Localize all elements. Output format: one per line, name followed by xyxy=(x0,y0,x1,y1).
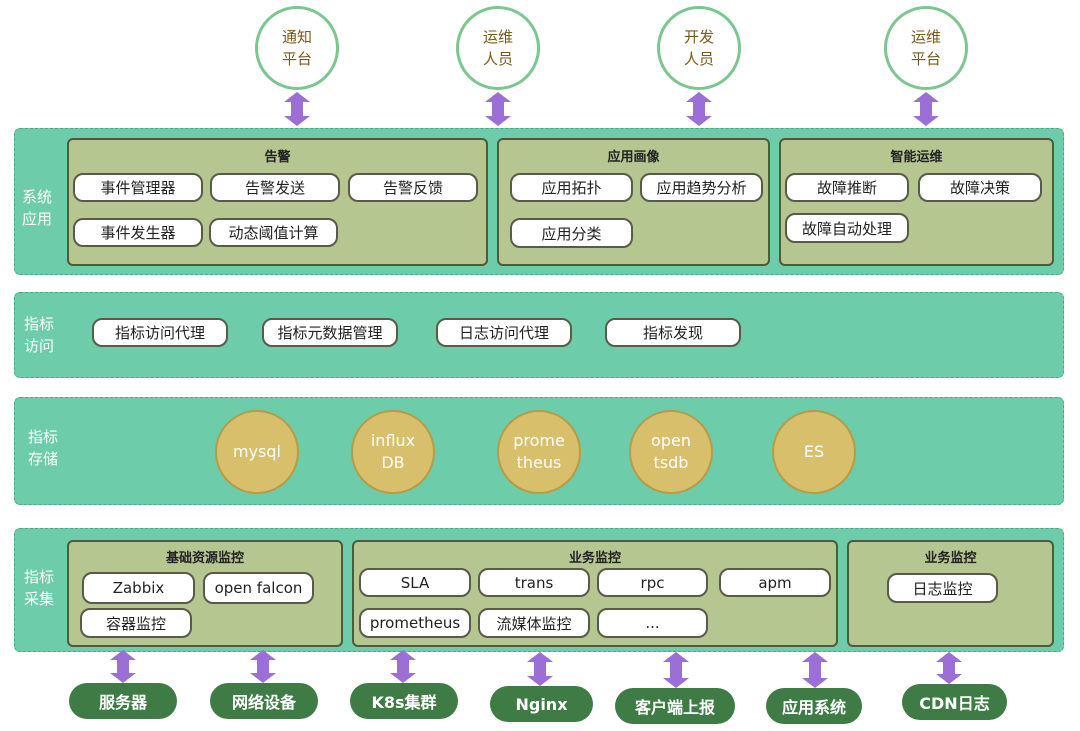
layer-label: 指标 采集 xyxy=(24,568,55,608)
item: open falcon xyxy=(203,572,314,604)
double-arrow-icon xyxy=(663,652,689,692)
group-title: 业务监控 xyxy=(568,551,621,566)
double-arrow-icon xyxy=(686,92,712,130)
storage-es: ES xyxy=(772,410,856,494)
source-cdn-log: CDN日志 xyxy=(902,684,1007,720)
item: 告警发送 xyxy=(210,173,340,202)
item: 故障自动处理 xyxy=(785,213,909,243)
item: Zabbix xyxy=(82,572,195,604)
item: 指标元数据管理 xyxy=(262,318,398,347)
layer-label: 系统 应用 xyxy=(22,188,53,228)
source-client: 客户端上报 xyxy=(615,688,735,724)
group-title: 应用画像 xyxy=(607,150,660,165)
double-arrow-icon xyxy=(250,650,276,687)
top-node-ops-staff: 运维 人员 xyxy=(456,6,540,90)
item: 动态阈值计算 xyxy=(209,218,338,247)
double-arrow-icon xyxy=(913,92,939,130)
group-title: 基础资源监控 xyxy=(165,551,244,566)
item: 告警反馈 xyxy=(348,173,478,202)
item: 容器监控 xyxy=(80,608,192,638)
item: 故障推断 xyxy=(785,173,909,202)
item: 事件发生器 xyxy=(73,218,203,247)
source-nginx: Nginx xyxy=(490,686,593,722)
item: 事件管理器 xyxy=(73,173,203,202)
double-arrow-icon xyxy=(936,652,962,688)
group-title: 业务监控 xyxy=(924,551,977,566)
item: 故障决策 xyxy=(918,173,1042,202)
item: 应用拓扑 xyxy=(510,173,633,202)
layer-label: 指标 存储 xyxy=(28,428,59,468)
top-node-dev-staff: 开发 人员 xyxy=(657,6,741,90)
source-k8s: K8s集群 xyxy=(350,683,458,719)
double-arrow-icon xyxy=(390,650,416,687)
item: 指标访问代理 xyxy=(92,318,228,347)
item: prometheus xyxy=(359,608,471,638)
item: SLA xyxy=(359,568,471,597)
item: 日志监控 xyxy=(887,573,998,603)
source-server: 服务器 xyxy=(69,683,177,719)
storage-influxdb: influx DB xyxy=(351,410,435,494)
item: rpc xyxy=(597,568,708,597)
item: apm xyxy=(719,568,831,597)
double-arrow-icon xyxy=(485,92,511,130)
storage-mysql: mysql xyxy=(215,410,299,494)
storage-prometheus: prome theus xyxy=(497,410,581,494)
group-title: 智能运维 xyxy=(890,150,943,165)
double-arrow-icon xyxy=(110,650,136,687)
group-title: 告警 xyxy=(264,150,291,165)
item: 应用分类 xyxy=(510,218,633,248)
top-node-ops-platform: 运维 平台 xyxy=(884,6,968,90)
storage-opentsdb: open tsdb xyxy=(629,410,713,494)
source-app-system: 应用系统 xyxy=(766,688,862,724)
item: trans xyxy=(478,568,590,597)
item: 日志访问代理 xyxy=(436,318,572,347)
double-arrow-icon xyxy=(527,652,553,690)
double-arrow-icon xyxy=(802,652,828,692)
layer-label: 指标 访问 xyxy=(24,315,55,355)
source-network: 网络设备 xyxy=(210,683,318,719)
item: 流媒体监控 xyxy=(478,608,590,638)
item: 应用趋势分析 xyxy=(640,173,763,202)
double-arrow-icon xyxy=(284,92,310,130)
item: 指标发现 xyxy=(605,318,741,347)
item: ... xyxy=(597,608,708,638)
top-node-notify-platform: 通知 平台 xyxy=(255,6,339,90)
